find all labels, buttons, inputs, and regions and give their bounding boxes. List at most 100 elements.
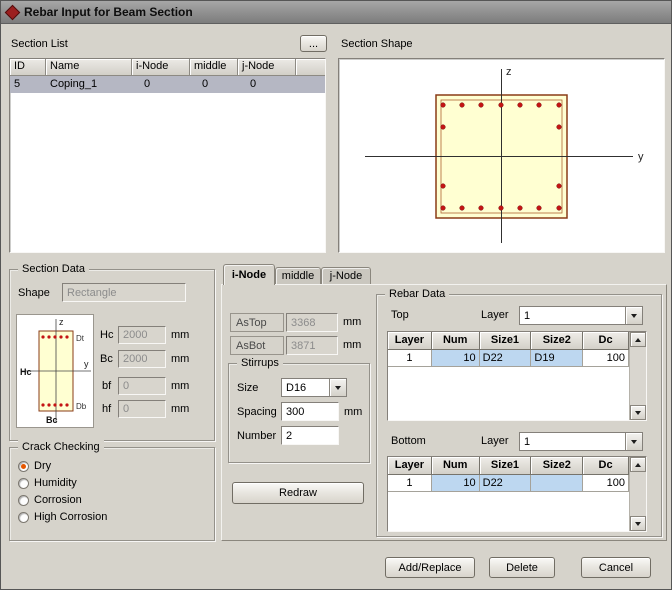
titlebar[interactable]: Rebar Input for Beam Section <box>1 1 671 24</box>
cell-layer[interactable]: 1 <box>388 350 432 367</box>
rebar-data-group: Rebar Data Top Layer 1 Layer Num Size1 S… <box>376 294 662 537</box>
cell-layer[interactable]: 1 <box>388 475 432 492</box>
cell-middle: 0 <box>190 76 238 93</box>
redraw-button[interactable]: Redraw <box>232 482 364 504</box>
tab-label: middle <box>282 270 314 282</box>
scroll-down-button[interactable] <box>630 405 646 420</box>
crack-checking-group: Crack Checking Dry Humidity Corrosion Hi… <box>9 447 215 541</box>
column-header-jnode[interactable]: j-Node <box>238 59 296 76</box>
top-layer-label: Layer <box>481 309 509 321</box>
cell-name: Coping_1 <box>46 76 132 93</box>
cell-dc[interactable]: 100 <box>583 475 629 492</box>
bc-field: 2000 <box>118 350 166 368</box>
rebar-top-header: Layer Num Size1 Size2 Dc <box>388 332 629 350</box>
number-input[interactable] <box>281 426 339 445</box>
cell-size1[interactable]: D22 <box>480 350 532 367</box>
number-label: Number <box>237 430 276 442</box>
col-size1: Size1 <box>480 457 532 475</box>
column-header-name[interactable]: Name <box>46 59 132 76</box>
spacing-label: Spacing <box>237 406 277 418</box>
bf-label: bf <box>102 380 111 392</box>
arrow-down-icon <box>635 411 641 415</box>
col-num: Num <box>432 332 480 350</box>
hf-unit: mm <box>171 403 189 415</box>
column-header-inode[interactable]: i-Node <box>132 59 190 76</box>
bottom-layer-label: Layer <box>481 435 509 447</box>
col-layer: Layer <box>388 332 432 350</box>
browse-button[interactable]: ... <box>300 35 327 52</box>
astop-label: AsTop <box>230 313 284 332</box>
hc-unit: mm <box>171 329 189 341</box>
column-header-middle[interactable]: middle <box>190 59 238 76</box>
section-list-row[interactable]: 5 Coping_1 0 0 0 <box>10 76 325 93</box>
top-table-scrollbar[interactable] <box>629 332 646 420</box>
dropdown-button[interactable] <box>329 379 346 396</box>
bc-label: Bc <box>100 353 113 365</box>
dropdown-button[interactable] <box>625 307 642 324</box>
radio-corrosion[interactable]: Corrosion <box>18 493 82 507</box>
col-size1: Size1 <box>480 332 532 350</box>
cell-jnode: 0 <box>238 76 296 93</box>
radio-dry[interactable]: Dry <box>18 459 51 473</box>
scroll-up-button[interactable] <box>630 332 646 347</box>
column-header-id[interactable]: ID <box>10 59 46 76</box>
col-size2: Size2 <box>531 457 583 475</box>
tab-i-node[interactable]: i-Node <box>223 264 275 285</box>
section-list-table: ID Name i-Node middle j-Node 5 Coping_1 … <box>9 58 326 253</box>
scroll-track[interactable] <box>630 472 646 516</box>
cancel-button[interactable]: Cancel <box>581 557 651 578</box>
col-size2: Size2 <box>531 332 583 350</box>
y-axis-label: y <box>638 151 644 163</box>
add-replace-button[interactable]: Add/Replace <box>385 557 475 578</box>
section-diagram: z y Hc Bc Dt Db <box>16 314 94 428</box>
hf-label: hf <box>102 403 111 415</box>
scroll-down-button[interactable] <box>630 516 646 531</box>
radio-indicator <box>18 461 29 472</box>
col-dc: Dc <box>583 457 629 475</box>
spacing-unit: mm <box>344 406 362 418</box>
diagram-hc-label: Hc <box>20 367 32 377</box>
chevron-down-icon <box>335 386 341 390</box>
cell-size2[interactable]: D19 <box>531 350 583 367</box>
node-tab-strip: i-Node middle j-Node <box>221 264 421 285</box>
arrow-up-icon <box>635 338 641 342</box>
cell-size1[interactable]: D22 <box>480 475 532 492</box>
arrow-up-icon <box>635 463 641 467</box>
col-layer: Layer <box>388 457 432 475</box>
cell-num[interactable]: 10 <box>432 475 480 492</box>
scroll-up-button[interactable] <box>630 457 646 472</box>
col-dc: Dc <box>583 332 629 350</box>
node-tab-panel: AsTop 3368 mm AsBot 3871 mm Stirrups Siz… <box>221 284 667 541</box>
radio-label: Humidity <box>34 477 77 489</box>
stirrup-size-combo[interactable]: D16 <box>281 378 347 397</box>
radio-high-corrosion[interactable]: High Corrosion <box>18 510 107 524</box>
bottom-table-scrollbar[interactable] <box>629 457 646 531</box>
cell-dc[interactable]: 100 <box>583 350 629 367</box>
bc-unit: mm <box>171 353 189 365</box>
hc-field: 2000 <box>118 326 166 344</box>
rebar-bottom-header: Layer Num Size1 Size2 Dc <box>388 457 629 475</box>
diagram-bc-label: Bc <box>46 415 58 425</box>
dropdown-button[interactable] <box>625 433 642 450</box>
section-list-label: Section List <box>11 38 68 50</box>
cell-num[interactable]: 10 <box>432 350 480 367</box>
radio-indicator <box>18 512 29 523</box>
delete-button[interactable]: Delete <box>489 557 555 578</box>
stirrups-legend: Stirrups <box>237 356 283 370</box>
scroll-track[interactable] <box>630 347 646 405</box>
radio-humidity[interactable]: Humidity <box>18 476 77 490</box>
spacing-input[interactable] <box>281 402 339 421</box>
top-layer-combo[interactable]: 1 <box>519 306 643 325</box>
astop-unit: mm <box>343 316 361 328</box>
tab-j-node[interactable]: j-Node <box>321 267 371 284</box>
hf-field: 0 <box>118 400 166 418</box>
radio-indicator <box>18 495 29 506</box>
stirrups-group: Stirrups Size D16 Spacing mm Number <box>228 363 370 463</box>
bottom-layer-combo[interactable]: 1 <box>519 432 643 451</box>
cell-size2[interactable] <box>531 475 583 492</box>
diagram-y-label: y <box>84 359 89 369</box>
diagram-db-label: Db <box>76 402 87 411</box>
rebar-bottom-row: 1 10 D22 100 <box>388 475 629 492</box>
tab-middle[interactable]: middle <box>275 267 321 284</box>
radio-label: Dry <box>34 460 51 472</box>
